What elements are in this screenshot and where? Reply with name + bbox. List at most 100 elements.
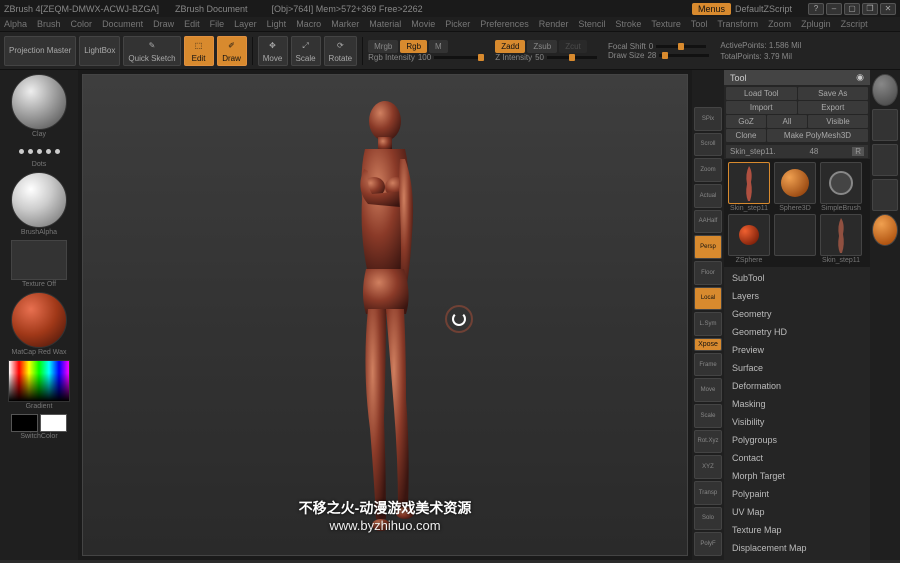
menu-marker[interactable]: Marker [331, 19, 359, 29]
goz-visible-button[interactable]: Visible [808, 115, 868, 128]
floor-button[interactable]: Floor [694, 261, 722, 285]
menu-layer[interactable]: Layer [234, 19, 257, 29]
nav-scale-button[interactable]: Scale [694, 404, 722, 428]
switch-color[interactable]: SwitchColor [8, 414, 70, 440]
spix-button[interactable]: SPix [694, 107, 722, 131]
menu-zscript[interactable]: Zscript [841, 19, 868, 29]
palette-polypaint[interactable]: Polypaint [724, 485, 870, 503]
bg-color-swatch[interactable] [40, 414, 67, 432]
menu-draw[interactable]: Draw [153, 19, 174, 29]
menu-preferences[interactable]: Preferences [480, 19, 529, 29]
draw-size-slider[interactable] [659, 54, 709, 57]
nav-move-button[interactable]: Move [694, 378, 722, 402]
import-button[interactable]: Import [726, 101, 797, 114]
move-button[interactable]: ✥ Move [258, 36, 288, 66]
palette-layers[interactable]: Layers [724, 287, 870, 305]
palette-masking[interactable]: Masking [724, 395, 870, 413]
tool-thumb-5[interactable]: Skin_step11 [819, 214, 863, 264]
menu-zoom[interactable]: Zoom [768, 19, 791, 29]
draw-button[interactable]: ✐ Draw [217, 36, 247, 66]
rgb-button[interactable]: Rgb [400, 40, 427, 53]
texture-selector[interactable]: Texture Off [8, 240, 70, 288]
restore-button[interactable]: ❐ [862, 3, 878, 15]
palette-contact[interactable]: Contact [724, 449, 870, 467]
shortcut-1[interactable] [872, 109, 898, 141]
mrgb-button[interactable]: Mrgb [368, 40, 398, 53]
menu-document[interactable]: Document [102, 19, 143, 29]
menu-tool[interactable]: Tool [691, 19, 708, 29]
persp-button[interactable]: Persp [694, 235, 722, 259]
color-picker-gradient[interactable] [8, 360, 70, 402]
menu-file[interactable]: File [210, 19, 225, 29]
menu-stencil[interactable]: Stencil [578, 19, 605, 29]
rgb-intensity-slider[interactable] [434, 56, 484, 59]
palette-deformation[interactable]: Deformation [724, 377, 870, 395]
menu-macro[interactable]: Macro [296, 19, 321, 29]
menu-transform[interactable]: Transform [717, 19, 758, 29]
quick-sketch-button[interactable]: ✎ Quick Sketch [123, 36, 180, 66]
export-button[interactable]: Export [798, 101, 869, 114]
lsym-button[interactable]: L.Sym [694, 312, 722, 336]
script-selector[interactable]: DefaultZScript [735, 4, 792, 14]
palette-subtool[interactable]: SubTool [724, 269, 870, 287]
tool-thumb-2[interactable]: ZSphere [727, 214, 771, 264]
scale-button[interactable]: ⤢ Scale [291, 36, 321, 66]
alpha-selector[interactable]: BrushAlpha [8, 172, 70, 236]
menu-texture[interactable]: Texture [651, 19, 681, 29]
edit-button[interactable]: ⬚ Edit [184, 36, 214, 66]
palette-geometry[interactable]: Geometry [724, 305, 870, 323]
menu-picker[interactable]: Picker [445, 19, 470, 29]
m-button[interactable]: M [429, 40, 448, 53]
zsub-button[interactable]: Zsub [527, 40, 557, 53]
menu-edit[interactable]: Edit [184, 19, 200, 29]
polyf-button[interactable]: PolyF [694, 532, 722, 556]
zadd-button[interactable]: Zadd [495, 40, 525, 53]
local-button[interactable]: Local [694, 287, 722, 311]
palette-preview[interactable]: Preview [724, 341, 870, 359]
menu-alpha[interactable]: Alpha [4, 19, 27, 29]
xpose-button[interactable]: Xpose [694, 338, 722, 351]
aahalf-button[interactable]: AAHalf [694, 210, 722, 234]
z-intensity-slider[interactable] [547, 56, 597, 59]
frame-button[interactable]: Frame [694, 353, 722, 377]
palette-geometry-hd[interactable]: Geometry HD [724, 323, 870, 341]
palette-texture-map[interactable]: Texture Map [724, 521, 870, 539]
palette-normal-map[interactable]: Normal Map [724, 557, 870, 560]
palette-polygroups[interactable]: Polygroups [724, 431, 870, 449]
load-tool-button[interactable]: Load Tool [726, 87, 797, 100]
zcut-button[interactable]: Zcut [559, 40, 587, 53]
brush-selector[interactable]: Clay [8, 74, 70, 138]
help-button[interactable]: ? [808, 3, 824, 15]
lightbox-button[interactable]: LightBox [79, 36, 120, 66]
material-selector[interactable]: MatCap Red Wax [8, 292, 70, 356]
palette-morph-target[interactable]: Morph Target [724, 467, 870, 485]
nav-rotate-button[interactable]: Rot.Xyz [694, 430, 722, 454]
fg-color-swatch[interactable] [11, 414, 38, 432]
shortcut-3[interactable] [872, 179, 898, 211]
menu-material[interactable]: Material [369, 19, 401, 29]
tool-thumb-4[interactable] [773, 214, 817, 264]
menu-color[interactable]: Color [71, 19, 93, 29]
skin-step-slider[interactable]: Skin_step11. 48 R [726, 145, 868, 158]
palette-surface[interactable]: Surface [724, 359, 870, 377]
tool-thumb-1[interactable]: Sphere3D [773, 162, 817, 212]
pin-icon[interactable]: ◉ [856, 72, 864, 83]
rotate-button[interactable]: ⟳ Rotate [324, 36, 358, 66]
menus-button[interactable]: Menus [692, 3, 731, 15]
tool-thumb-3[interactable]: SimpleBrush [819, 162, 863, 212]
menu-light[interactable]: Light [267, 19, 287, 29]
r-button[interactable]: R [852, 147, 864, 156]
save-as-button[interactable]: Save As [798, 87, 869, 100]
shortcut-sphere-orange[interactable] [872, 214, 898, 246]
menu-render[interactable]: Render [539, 19, 569, 29]
goz-all-button[interactable]: All [767, 115, 807, 128]
goz-button[interactable]: GoZ [726, 115, 766, 128]
transp-button[interactable]: Transp [694, 481, 722, 505]
color-picker[interactable]: Gradient [8, 360, 70, 410]
shortcut-sphere-gray[interactable] [872, 74, 898, 106]
xyz-button[interactable]: XYZ [694, 455, 722, 479]
actual-button[interactable]: Actual [694, 184, 722, 208]
maximize-button[interactable]: ▢ [844, 3, 860, 15]
shortcut-2[interactable] [872, 144, 898, 176]
scroll-button[interactable]: Scroll [694, 133, 722, 157]
